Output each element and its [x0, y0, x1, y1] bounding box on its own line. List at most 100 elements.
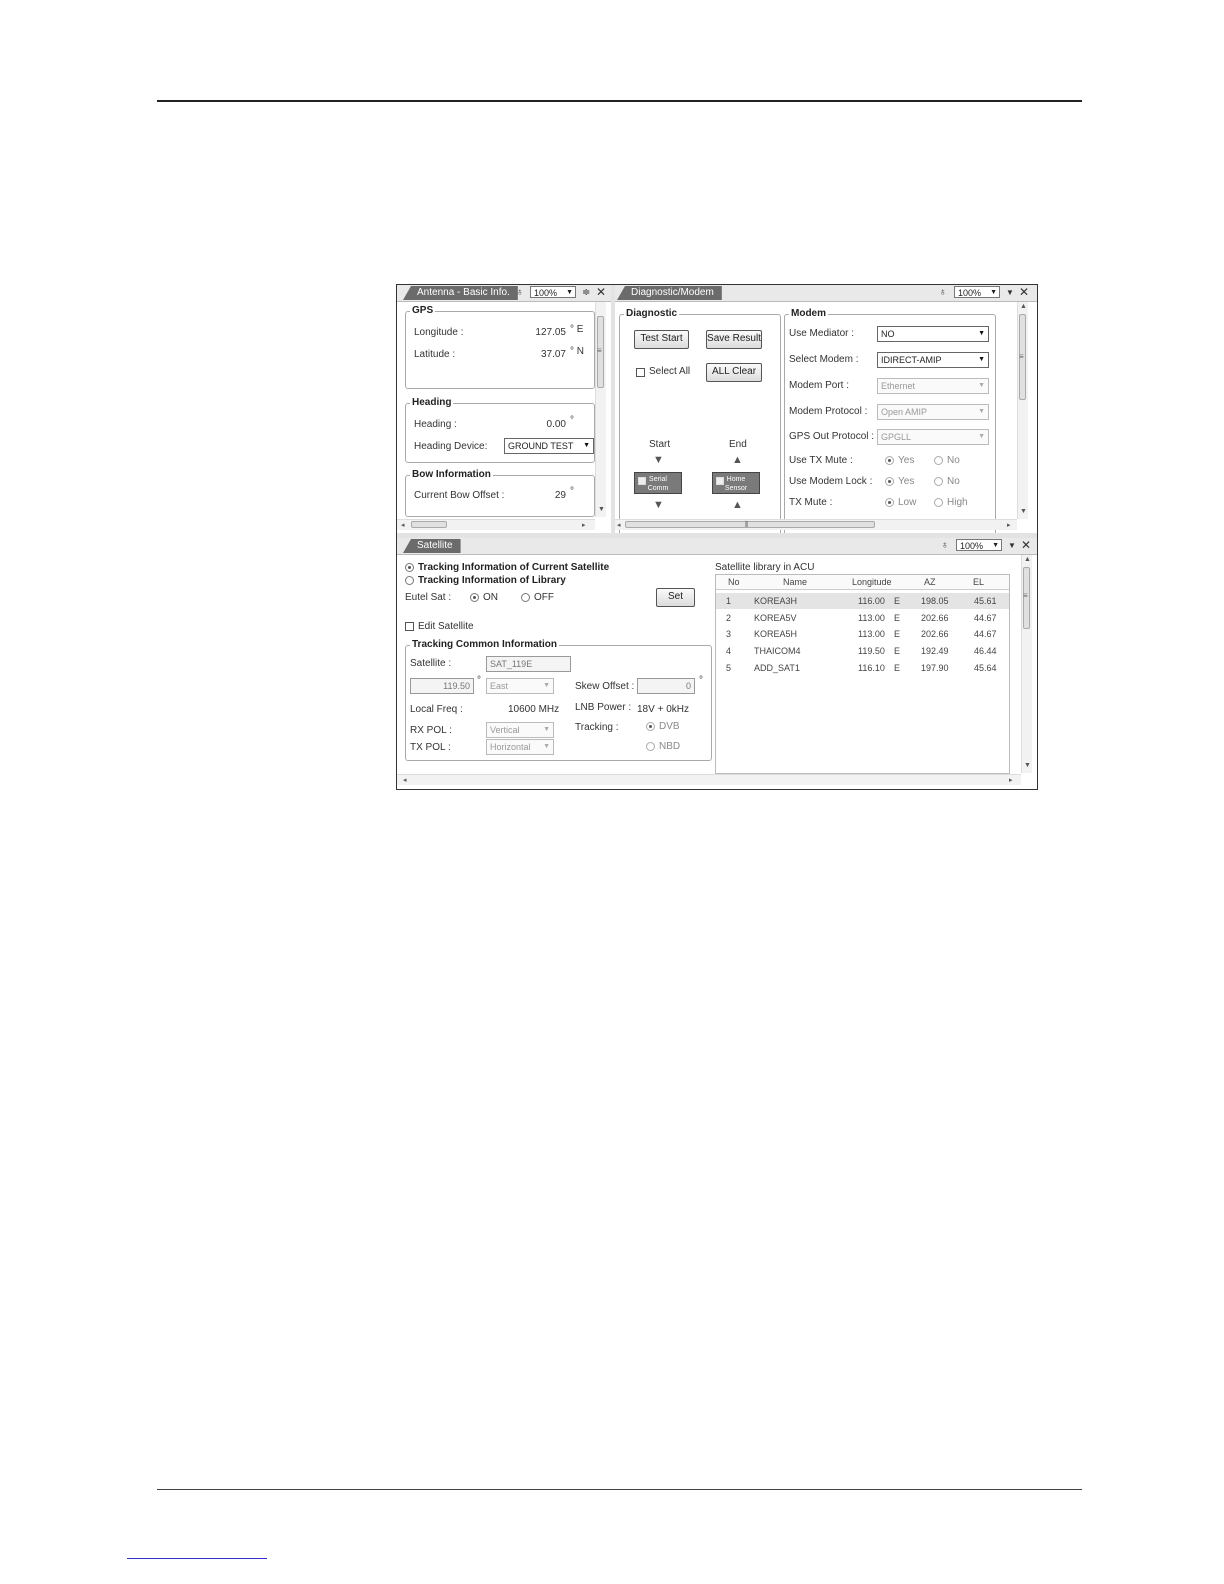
tracking-current-satellite-radio[interactable] — [405, 563, 414, 572]
skew-offset-input[interactable]: 0 — [637, 678, 695, 694]
table-row[interactable]: 2 KOREA5V 113.00 E 202.66 44.67 — [716, 610, 1009, 626]
footer-link-underline[interactable] — [127, 1558, 267, 1559]
column-header-az[interactable]: AZ — [924, 577, 936, 587]
arrow-down-icon: ▼ — [653, 454, 664, 466]
scroll-thumb[interactable] — [625, 521, 875, 528]
satellite-horizontal-scrollbar[interactable]: ◂ ▸ — [397, 774, 1021, 785]
bow-offset-label: Current Bow Offset : — [414, 490, 505, 501]
tx-mute-high-radio[interactable] — [934, 498, 943, 507]
rx-pol-value: Vertical — [490, 725, 520, 735]
save-result-button[interactable]: Save Result — [706, 330, 762, 349]
column-header-no[interactable]: No — [728, 577, 740, 587]
tracking-dvb-label: DVB — [659, 721, 680, 732]
heading-group-title: Heading — [410, 397, 454, 408]
diagnostic-horizontal-scrollbar[interactable]: ◂ ⦀ ▸ — [615, 519, 1017, 530]
step-checkbox[interactable] — [716, 477, 724, 485]
close-icon[interactable]: ✕ — [596, 286, 606, 299]
scroll-down-icon[interactable]: ▼ — [1020, 508, 1027, 515]
heading-label: Heading : — [414, 419, 457, 430]
use-mediator-select[interactable]: NO ▼ — [877, 326, 989, 342]
use-tx-mute-no-radio[interactable] — [934, 456, 943, 465]
diagnostic-group: Diagnostic Test Start Save Result Select… — [619, 308, 781, 533]
scroll-down-icon[interactable]: ▼ — [1024, 762, 1031, 769]
zoom-value: 100% — [958, 288, 982, 298]
use-tx-mute-yes-radio[interactable] — [885, 456, 894, 465]
select-modem-select[interactable]: IDIRECT-AMIP ▼ — [877, 352, 989, 368]
step-checkbox[interactable] — [638, 477, 646, 485]
table-row[interactable]: 1 KOREA3H 116.00 E 198.05 45.61 — [716, 593, 1009, 609]
modem-port-select[interactable]: Ethernet ▼ — [877, 378, 989, 394]
close-icon[interactable]: ✕ — [1019, 286, 1029, 299]
scroll-up-icon[interactable]: ▲ — [1024, 556, 1031, 563]
pin-icon[interactable]: ♁ — [516, 286, 524, 299]
gps-out-protocol-select[interactable]: GPGLL ▼ — [877, 429, 989, 445]
table-row[interactable]: 4 THAICOM4 119.50 E 192.49 46.44 — [716, 643, 1009, 659]
select-modem-label: Select Modem : — [789, 354, 859, 365]
chevron-down-icon: ▼ — [992, 542, 999, 549]
antenna-vertical-scrollbar[interactable]: ≡ ▼ — [595, 302, 606, 517]
pin-icon[interactable]: ♁ — [939, 286, 947, 299]
heading-device-select[interactable]: GROUND TEST ▼ — [504, 438, 594, 454]
use-modem-lock-no-radio[interactable] — [934, 477, 943, 486]
modem-protocol-select[interactable]: Open AMIP ▼ — [877, 404, 989, 420]
page-header-rule — [157, 100, 1082, 102]
home-sensor-step[interactable]: Home Sensor — [712, 472, 760, 494]
satellite-vertical-scrollbar[interactable]: ▲ ≡ ▼ — [1021, 555, 1032, 773]
acu-screenshot: Antenna - Basic Info. ♁ 100% ▼ ≑ ✕ GPS Lo… — [396, 284, 1038, 790]
tracking-dvb-radio[interactable] — [646, 722, 655, 731]
tab-antenna-basic-info[interactable]: Antenna - Basic Info. — [403, 286, 518, 300]
serial-comm-step[interactable]: Serial Comm — [634, 472, 682, 494]
satellite-zoom-select[interactable]: 100% ▼ — [956, 539, 1002, 551]
menu-icon[interactable]: ≑ — [582, 286, 590, 299]
diagnostic-vertical-scrollbar[interactable]: ▲ ≡ ▼ — [1017, 302, 1028, 519]
chevron-down-icon: ▼ — [566, 289, 573, 296]
tracking-nbd-radio[interactable] — [646, 742, 655, 751]
scroll-left-icon[interactable]: ◂ — [617, 521, 621, 529]
select-all-checkbox[interactable] — [636, 368, 645, 377]
antenna-zoom-select[interactable]: 100% ▼ — [530, 286, 576, 298]
antenna-horizontal-scrollbar[interactable]: ◂ ▸ — [397, 519, 595, 530]
eutel-off-radio[interactable] — [521, 593, 530, 602]
tab-satellite[interactable]: Satellite — [403, 539, 461, 553]
rx-pol-select[interactable]: Vertical ▼ — [486, 722, 554, 738]
column-header-longitude[interactable]: Longitude — [852, 577, 892, 587]
satellite-name-input[interactable]: SAT_119E — [486, 656, 571, 672]
tracking-common-information-group: Tracking Common Information Satellite : … — [405, 639, 712, 761]
rx-pol-label: RX POL : — [410, 725, 452, 736]
longitude-label: Longitude : — [414, 327, 464, 338]
scroll-down-icon[interactable]: ▼ — [598, 506, 605, 513]
scroll-thumb[interactable] — [411, 521, 447, 528]
direction-select[interactable]: East ▼ — [486, 678, 554, 694]
test-start-button[interactable]: Test Start — [634, 330, 689, 349]
edit-satellite-checkbox[interactable] — [405, 622, 414, 631]
modem-port-label: Modem Port : — [789, 380, 850, 391]
tracking-library-radio[interactable] — [405, 576, 414, 585]
table-row[interactable]: 3 KOREA5H 113.00 E 202.66 44.67 — [716, 626, 1009, 642]
set-button[interactable]: Set — [656, 588, 695, 607]
dropdown-icon[interactable]: ▼ — [1008, 539, 1016, 552]
chevron-down-icon: ▼ — [543, 743, 550, 750]
pane-splitter-vertical[interactable] — [611, 285, 615, 533]
diagnostic-zoom-select[interactable]: 100% ▼ — [954, 286, 1000, 298]
scroll-left-icon[interactable]: ◂ — [401, 521, 405, 529]
pin-icon[interactable]: ♁ — [941, 539, 949, 552]
all-clear-button[interactable]: ALL Clear — [706, 363, 762, 382]
tab-diagnostic-modem[interactable]: Diagnostic/Modem — [617, 286, 722, 300]
scroll-up-icon[interactable]: ▲ — [1020, 303, 1027, 310]
column-header-name[interactable]: Name — [783, 577, 807, 587]
tx-pol-select[interactable]: Horizontal ▼ — [486, 739, 554, 755]
column-header-el[interactable]: EL — [973, 577, 984, 587]
scroll-right-icon[interactable]: ▸ — [582, 521, 586, 529]
dropdown-icon[interactable]: ▼ — [1006, 286, 1014, 299]
scroll-right-icon[interactable]: ▸ — [1009, 776, 1013, 784]
table-row[interactable]: 5 ADD_SAT1 116.10 E 197.90 45.64 — [716, 660, 1009, 676]
close-icon[interactable]: ✕ — [1021, 539, 1031, 552]
scroll-left-icon[interactable]: ◂ — [403, 776, 407, 784]
scroll-right-icon[interactable]: ▸ — [1007, 521, 1011, 529]
cell-no: 1 — [726, 596, 732, 606]
satellite-longitude-input[interactable]: 119.50 — [410, 678, 474, 694]
tx-mute-low-radio[interactable] — [885, 498, 894, 507]
eutel-on-radio[interactable] — [470, 593, 479, 602]
modem-protocol-label: Modem Protocol : — [789, 406, 868, 417]
use-modem-lock-yes-radio[interactable] — [885, 477, 894, 486]
